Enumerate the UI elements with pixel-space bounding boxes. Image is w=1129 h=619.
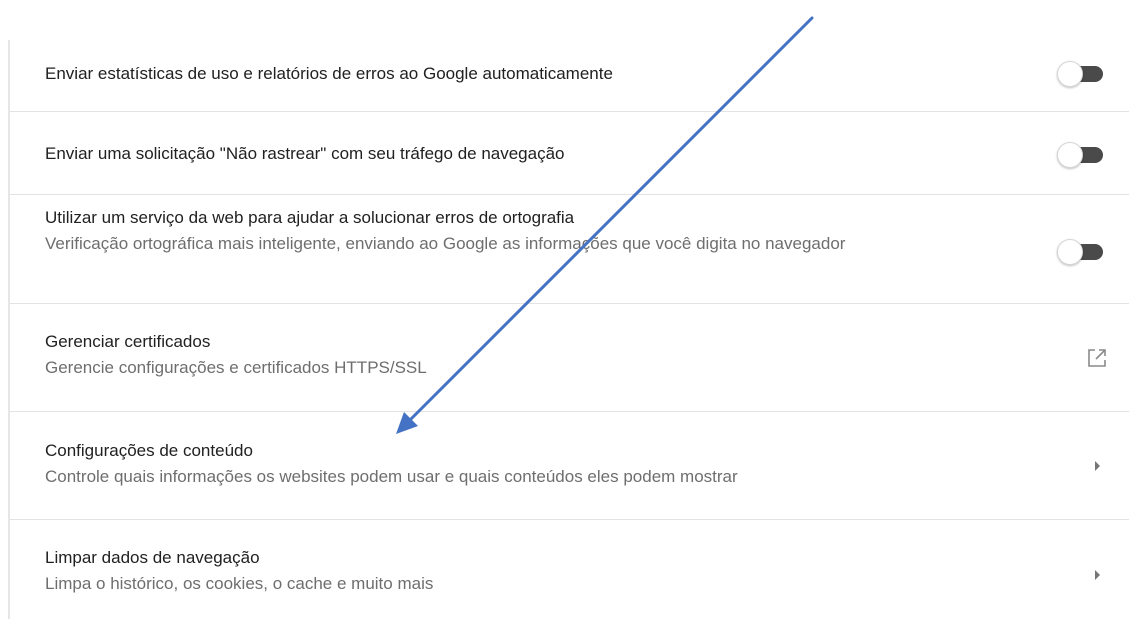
setting-text: Utilizar um serviço da web para ajudar a… [45, 205, 1005, 257]
setting-title: Limpar dados de navegação [45, 548, 260, 567]
setting-row-usage-stats[interactable]: Enviar estatísticas de uso e relatórios … [10, 40, 1129, 112]
setting-description: Verificação ortográfica mais inteligente… [45, 234, 846, 253]
settings-list: Enviar estatísticas de uso e relatórios … [10, 40, 1129, 619]
setting-title: Enviar estatísticas de uso e relatórios … [45, 64, 613, 83]
setting-text: Enviar uma solicitação "Não rastrear" co… [45, 141, 1005, 167]
toggle-knob [1057, 142, 1083, 168]
chevron-right-icon [1095, 570, 1100, 580]
toggle-knob [1057, 239, 1083, 265]
toggle-knob [1057, 61, 1083, 87]
setting-title: Configurações de conteúdo [45, 441, 253, 460]
usage-stats-toggle[interactable] [1057, 61, 1103, 87]
setting-text: Enviar estatísticas de uso e relatórios … [45, 61, 1005, 87]
setting-title: Utilizar um serviço da web para ajudar a… [45, 208, 575, 227]
spellcheck-toggle[interactable] [1057, 239, 1103, 265]
setting-title: Gerenciar certificados [45, 332, 211, 351]
setting-row-clear-browsing-data[interactable]: Limpar dados de navegação Limpa o histór… [10, 520, 1129, 619]
settings-page: Enviar estatísticas de uso e relatórios … [0, 0, 1129, 619]
setting-row-spellcheck[interactable]: Utilizar um serviço da web para ajudar a… [10, 195, 1129, 304]
setting-text: Configurações de conteúdo Controle quais… [45, 438, 1005, 490]
manage-certificates-link[interactable] [1077, 338, 1117, 378]
do-not-track-toggle[interactable] [1057, 142, 1103, 168]
setting-text: Limpar dados de navegação Limpa o histór… [45, 545, 1005, 597]
setting-row-manage-certificates[interactable]: Gerenciar certificados Gerencie configur… [10, 304, 1129, 412]
setting-text: Gerenciar certificados Gerencie configur… [45, 329, 1005, 381]
external-link-icon [1088, 349, 1106, 367]
clear-browsing-data-open[interactable] [1077, 555, 1117, 595]
setting-description: Gerencie configurações e certificados HT… [45, 358, 427, 377]
setting-row-content-settings[interactable]: Configurações de conteúdo Controle quais… [10, 412, 1129, 520]
content-settings-open[interactable] [1077, 446, 1117, 486]
setting-title: Enviar uma solicitação "Não rastrear" co… [45, 144, 565, 163]
setting-description: Controle quais informações os websites p… [45, 467, 738, 486]
setting-row-do-not-track[interactable]: Enviar uma solicitação "Não rastrear" co… [10, 112, 1129, 195]
chevron-right-icon [1095, 461, 1100, 471]
setting-description: Limpa o histórico, os cookies, o cache e… [45, 574, 434, 593]
